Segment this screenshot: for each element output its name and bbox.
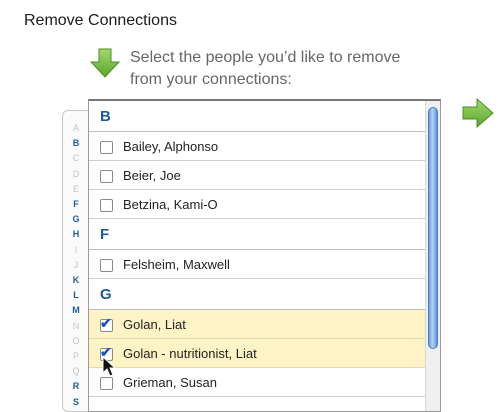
connection-checkbox[interactable] bbox=[100, 170, 113, 183]
connection-checkbox[interactable]: ✔ bbox=[100, 315, 113, 332]
scrollbar-track[interactable] bbox=[425, 101, 440, 411]
connections-rows: B Bailey, Alphonso Beier, Joe Betzina, Kami… bbox=[89, 101, 426, 397]
section-header-g: G bbox=[89, 279, 426, 310]
alphabet-letter-m[interactable]: M bbox=[63, 303, 89, 318]
connections-list[interactable]: B Bailey, Alphonso Beier, Joe Betzina, Kami… bbox=[88, 99, 441, 412]
alphabet-letter-g[interactable]: G bbox=[63, 212, 89, 227]
section-header-label: B bbox=[100, 108, 111, 125]
connection-checkbox[interactable] bbox=[100, 259, 113, 272]
mouse-pointer-icon bbox=[102, 356, 117, 377]
scrollbar-thumb[interactable] bbox=[428, 107, 438, 349]
alphabet-letter-o: O bbox=[72, 335, 80, 346]
instructions-text: Select the people you’d like to remove f… bbox=[130, 49, 401, 88]
section-header-label: F bbox=[100, 226, 110, 243]
alphabet-letter-j: J bbox=[73, 259, 79, 270]
connection-checkbox[interactable] bbox=[100, 377, 113, 390]
connection-checkbox[interactable] bbox=[100, 141, 113, 154]
connection-checkbox[interactable] bbox=[100, 199, 113, 212]
connection-name: Bailey, Alphonso bbox=[123, 139, 219, 154]
connection-name: Betzina, Kami-O bbox=[123, 197, 218, 212]
alphabet-letter-p: P bbox=[72, 351, 79, 362]
alphabet-letter-i: I bbox=[74, 244, 78, 255]
alphabet-letter-r[interactable]: R bbox=[63, 379, 89, 394]
arrow-right-icon[interactable] bbox=[462, 98, 494, 128]
alphabet-letter-s[interactable]: S bbox=[63, 395, 89, 410]
alphabet-letter-l[interactable]: L bbox=[63, 288, 89, 303]
connection-row[interactable]: ✔ Golan, Liat bbox=[89, 310, 426, 339]
alphabet-letter-b[interactable]: B bbox=[63, 136, 89, 151]
alphabet-letter-h[interactable]: H bbox=[63, 227, 89, 242]
alphabet-letters: ABCDEFGHIJKLMNOPQRS bbox=[63, 121, 89, 410]
connection-name: Beier, Joe bbox=[123, 168, 181, 183]
section-header-label: G bbox=[100, 286, 112, 303]
alphabet-letter-q: Q bbox=[72, 366, 80, 377]
connection-row[interactable]: Felsheim, Maxwell bbox=[89, 250, 426, 279]
alphabet-index: ABCDEFGHIJKLMNOPQRS bbox=[62, 110, 89, 412]
alphabet-letter-f[interactable]: F bbox=[63, 197, 89, 212]
connection-row[interactable]: Bailey, Alphonso bbox=[89, 132, 426, 161]
page-title: Remove Connections bbox=[24, 12, 177, 29]
alphabet-letter-k[interactable]: K bbox=[63, 273, 89, 288]
arrow-down-icon bbox=[90, 48, 120, 78]
connection-row[interactable]: ✔ Golan - nutritionist, Liat bbox=[89, 339, 426, 368]
connection-name: Golan - nutritionist, Liat bbox=[123, 346, 257, 361]
alphabet-letter-e: E bbox=[72, 183, 79, 194]
connection-name: Felsheim, Maxwell bbox=[123, 257, 230, 272]
connection-name: Grieman, Susan bbox=[123, 375, 217, 390]
section-header-b: B bbox=[89, 101, 426, 132]
alphabet-letter-n: N bbox=[72, 320, 80, 331]
connection-row[interactable]: Betzina, Kami-O bbox=[89, 190, 426, 219]
connection-row[interactable]: Beier, Joe bbox=[89, 161, 426, 190]
checkmark-icon: ✔ bbox=[100, 315, 112, 331]
section-header-f: F bbox=[89, 219, 426, 250]
connection-name: Golan, Liat bbox=[123, 317, 186, 332]
alphabet-letter-a: A bbox=[72, 123, 79, 133]
connection-row[interactable]: Grieman, Susan bbox=[89, 368, 426, 397]
alphabet-letter-d: D bbox=[72, 168, 80, 179]
alphabet-letter-c: C bbox=[72, 153, 80, 164]
